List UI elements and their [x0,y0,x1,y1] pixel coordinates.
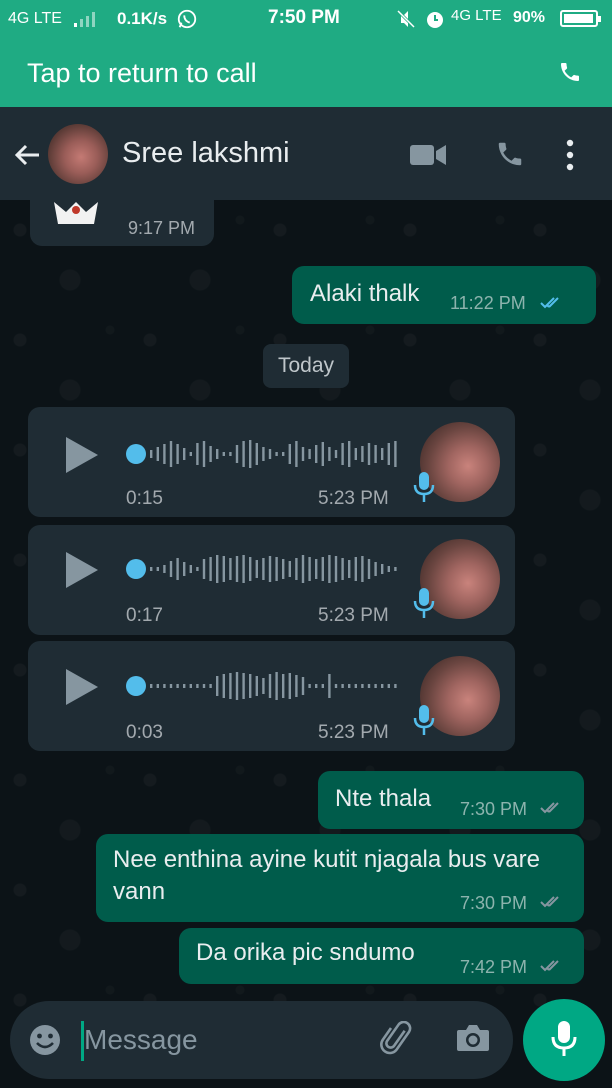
alarm-icon [427,12,443,28]
voice-message-bubble[interactable]: 0:17 5:23 PM [28,525,515,635]
message-time: 7:30 PM [460,799,528,819]
message-input[interactable] [84,1018,364,1062]
date-separator: Today [263,344,349,388]
message-bubble-outgoing[interactable]: Alaki thalk 11:22 PM [292,266,596,324]
message-bubble-incoming-media[interactable]: 9:17 PM [30,200,214,246]
camera-icon[interactable] [455,1023,491,1053]
message-time: 7:42 PM [460,957,528,977]
voice-duration: 0:15 [126,488,163,509]
signal-icon [74,12,95,27]
battery-percent: 90% [513,9,546,26]
message-time: 5:23 PM [318,488,389,509]
more-options-icon[interactable] [563,138,577,172]
message-bubble-outgoing[interactable]: Nte thala 7:30 PM [318,771,584,829]
voice-call-icon[interactable] [495,138,525,170]
sticker-image [54,202,98,224]
message-time: 9:17 PM [128,218,196,238]
waveform [150,555,397,583]
contact-name[interactable]: Sree lakshmi [122,137,290,170]
return-to-call-text[interactable]: Tap to return to call [27,58,257,89]
network-type-right: 4G LTE [451,7,502,24]
play-icon[interactable] [64,667,100,707]
message-time: 5:23 PM [318,605,389,626]
status-time: 7:50 PM [268,7,340,28]
message-time: 7:30 PM [460,893,528,913]
message-text: Nte thala [335,785,432,812]
network-speed: 0.1K/s [117,9,168,28]
voice-duration: 0:17 [126,605,163,626]
read-ticks-icon [540,297,559,309]
playback-position-dot[interactable] [126,444,146,464]
network-type-left: 4G LTE [8,10,62,27]
message-text: Alaki thalk [310,280,420,307]
voice-message-bubble[interactable]: 0:15 5:23 PM [28,407,515,517]
mic-icon [551,1021,577,1056]
read-ticks-icon [540,802,559,814]
message-composer [10,1001,513,1079]
message-bubble-outgoing[interactable]: Nee enthina ayine kutit njagala bus vare… [96,834,584,922]
chat-area[interactable]: 9:17 PM Alaki thalk 11:22 PM Today 0:15 … [0,200,612,1088]
message-time: 5:23 PM [318,722,389,743]
read-ticks-icon [540,896,559,908]
call-banner-background: 4G LTE 0.1K/s 7:50 PM 4G LTE 90% Tap to … [0,0,612,107]
waveform [150,672,397,700]
playback-position-dot[interactable] [126,559,146,579]
read-ticks-icon [540,960,559,972]
chat-header: Sree lakshmi [0,107,612,200]
message-text: Da orika pic sndumo [196,939,415,966]
mic-icon [413,472,435,502]
return-to-call-bar[interactable]: Tap to return to call [0,48,612,98]
message-time: 11:22 PM [450,293,526,313]
play-icon[interactable] [64,550,100,590]
attach-icon[interactable] [380,1021,416,1057]
whatsapp-icon [177,9,197,29]
mic-icon [413,705,435,735]
voice-record-button[interactable] [523,999,605,1081]
playback-position-dot[interactable] [126,676,146,696]
emoji-icon[interactable] [28,1023,62,1057]
contact-avatar[interactable] [48,124,108,184]
mic-icon [413,588,435,618]
voice-duration: 0:03 [126,722,163,743]
message-bubble-outgoing[interactable]: Da orika pic sndumo 7:42 PM [179,928,584,984]
video-call-icon[interactable] [410,143,446,167]
back-arrow-icon[interactable] [12,140,42,170]
status-bar: 4G LTE 0.1K/s 7:50 PM 4G LTE 90% [0,0,612,38]
phone-icon[interactable] [558,60,582,84]
waveform [150,440,397,468]
play-icon[interactable] [64,435,100,475]
voice-message-bubble[interactable]: 0:03 5:23 PM [28,641,515,751]
battery-icon [560,10,601,27]
mute-icon [396,9,416,29]
